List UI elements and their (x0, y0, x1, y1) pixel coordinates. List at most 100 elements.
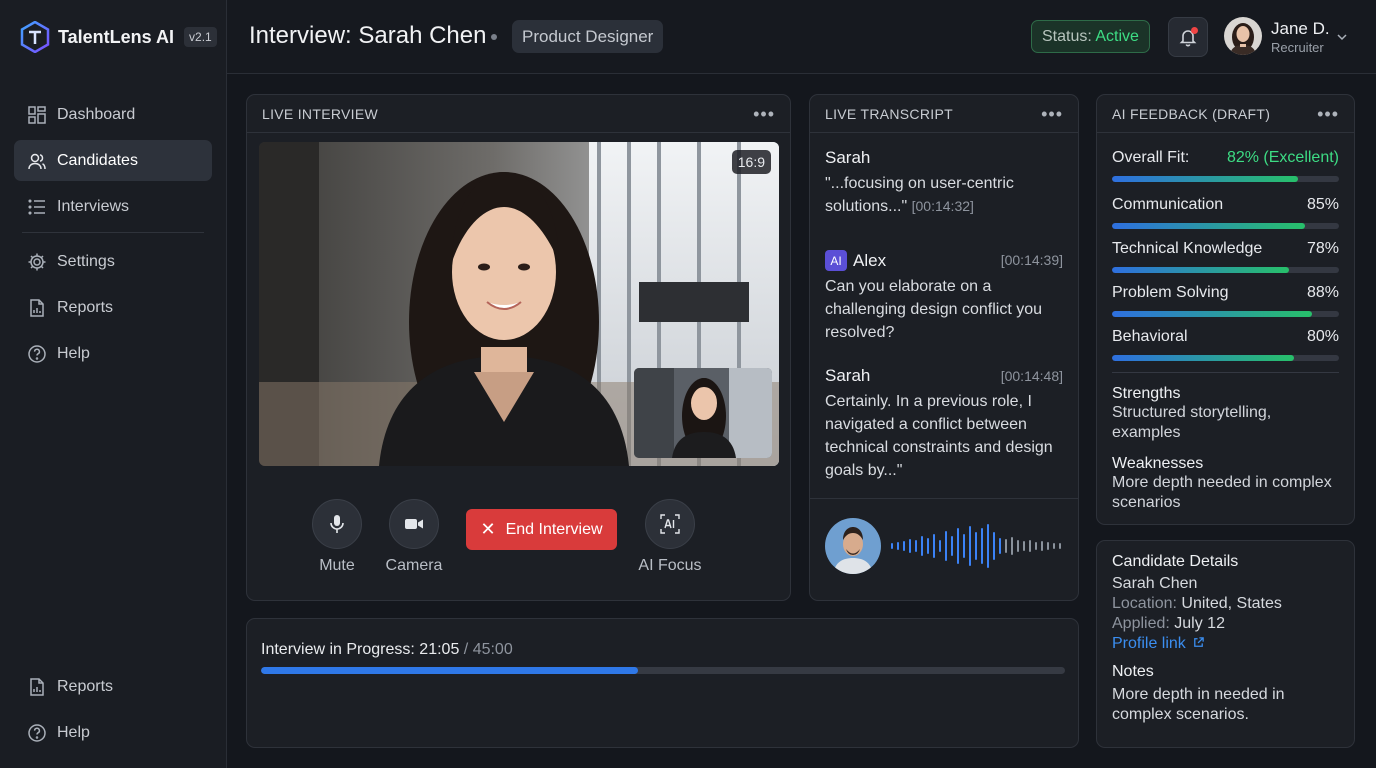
camera-label: Camera (385, 557, 443, 574)
divider (1112, 372, 1339, 373)
end-interview-button[interactable]: ✕ End Interview (466, 509, 617, 550)
sidebar-item-candidates[interactable]: Candidates (14, 140, 212, 181)
applied-label: Applied: (1112, 615, 1170, 632)
page-title: Interview: Sarah Chen (249, 22, 487, 49)
metric-row: Technical Knowledge 78% (1112, 240, 1339, 273)
metric-row: Problem Solving 88% (1112, 284, 1339, 317)
candidate-location: Location: United, States (1112, 595, 1282, 613)
sidebar-item-label: Interviews (57, 197, 130, 215)
camera-button[interactable] (389, 499, 439, 549)
speaker-name: Alex (853, 250, 887, 270)
sidebar-item-settings[interactable]: Settings (14, 241, 212, 282)
metric-label: Communication (1112, 196, 1224, 213)
user-name[interactable]: Jane D. (1271, 19, 1330, 39)
notes-text: More depth in needed in complex scenario… (1112, 686, 1285, 723)
users-icon (27, 151, 47, 171)
location-value: United, States (1181, 595, 1282, 612)
status-label: Status: (1042, 28, 1092, 45)
speaking-indicator (810, 498, 1078, 601)
sidebar-item-reports[interactable]: Reports (14, 287, 212, 328)
metric-bar (1112, 355, 1339, 361)
sidebar-nav: Dashboard Candidates Interviews Settings… (14, 94, 212, 379)
ai-focus-button[interactable] (645, 499, 695, 549)
ai-badge: AI (825, 250, 847, 271)
transcript-text: "...focusing on user-centric solutions..… (825, 172, 1063, 218)
overall-fit-row: Overall Fit: 82% (Excellent) (1112, 149, 1339, 182)
sidebar-item-help[interactable]: Help (14, 333, 212, 374)
panel-header: LIVE TRANSCRIPT ••• (810, 95, 1078, 133)
panel-header: AI FEEDBACK (DRAFT) ••• (1097, 95, 1354, 133)
close-icon: ✕ (480, 519, 496, 539)
more-options-icon[interactable]: ••• (753, 105, 775, 123)
sidebar-bottom-help[interactable]: Help (14, 712, 212, 753)
candidate-name: Sarah Chen (1112, 575, 1198, 592)
title-separator-dot (491, 34, 497, 40)
sidebar-item-dashboard[interactable]: Dashboard (14, 94, 212, 135)
app-name: TalentLens AI (58, 26, 175, 47)
sidebar-item-label: Settings (57, 252, 115, 270)
sidebar-bottom-nav: Reports Help (14, 666, 212, 758)
notifications-button[interactable] (1168, 17, 1208, 57)
strengths-label: Strengths (1112, 385, 1181, 402)
transcript-message: Can you elaborate on a challenging desig… (825, 278, 1043, 341)
sidebar-bottom-reports[interactable]: Reports (14, 666, 212, 707)
transcript-entry: Sarah "...focusing on user-centric solut… (825, 148, 1063, 218)
weaknesses-text: More depth needed in complex scenarios (1112, 474, 1332, 511)
interview-progress-panel: Interview in Progress: 21:05 / 45:00 (246, 618, 1079, 748)
report-icon (27, 298, 47, 318)
weaknesses-label: Weaknesses (1112, 455, 1204, 472)
candidate-details-title: Candidate Details (1112, 553, 1239, 570)
candidate-applied: Applied: July 12 (1112, 615, 1225, 633)
panel-header: LIVE INTERVIEW ••• (247, 95, 790, 133)
metric-label: Problem Solving (1112, 284, 1229, 301)
ai-feedback-panel: AI FEEDBACK (DRAFT) ••• Overall Fit: 82%… (1096, 94, 1355, 525)
metric-bar (1112, 223, 1339, 229)
panel-title: LIVE TRANSCRIPT (825, 105, 953, 122)
metric-fill (1112, 223, 1305, 229)
metric-label: Behavioral (1112, 328, 1188, 345)
metric-bar (1112, 267, 1339, 273)
metric-fill (1112, 355, 1294, 361)
metric-row: Communication 85% (1112, 196, 1339, 229)
mute-button[interactable] (312, 499, 362, 549)
aspect-ratio-badge[interactable]: 16:9 (731, 150, 771, 174)
brand[interactable]: TalentLens AI v2.1 (20, 20, 217, 54)
weaknesses-section: Weaknesses More depth needed in complex … (1112, 455, 1339, 513)
sidebar-item-label: Candidates (57, 151, 138, 169)
list-icon (27, 197, 47, 217)
sidebar-item-label: Help (57, 344, 90, 362)
chevron-down-icon[interactable] (1335, 30, 1349, 44)
panel-title: AI FEEDBACK (DRAFT) (1112, 105, 1271, 122)
self-view-video[interactable] (634, 368, 772, 458)
profile-link-label: Profile link (1112, 635, 1186, 652)
more-options-icon[interactable]: ••• (1317, 105, 1339, 123)
panel-title: LIVE INTERVIEW (262, 105, 378, 122)
top-header: Interview: Sarah Chen Product Designer S… (227, 0, 1376, 74)
transcript-entry: AI Alex [00:14:39] Can you elaborate on … (825, 250, 1063, 344)
report-icon (27, 677, 47, 697)
metric-fill (1112, 267, 1290, 273)
help-icon (27, 723, 47, 743)
version-badge: v2.1 (184, 27, 217, 47)
timestamp: [00:14:48] (1000, 368, 1063, 384)
camera-control[interactable]: Camera (379, 499, 449, 575)
sidebar-item-interviews[interactable]: Interviews (14, 186, 212, 227)
location-label: Location: (1112, 595, 1177, 612)
timestamp: [00:14:39] (1000, 252, 1063, 268)
microphone-icon (330, 515, 344, 533)
speaker-name: Sarah (825, 148, 871, 167)
sidebar-item-label: Dashboard (57, 105, 136, 123)
profile-link[interactable]: Profile link (1112, 635, 1205, 653)
sidebar-item-label: Reports (57, 298, 114, 316)
more-options-icon[interactable]: ••• (1041, 105, 1063, 123)
ai-focus-control[interactable]: AI Focus (632, 499, 708, 575)
avatar[interactable] (1224, 17, 1262, 55)
candidate-details-panel: Candidate Details Sarah Chen Location: U… (1096, 540, 1355, 748)
mute-control[interactable]: Mute (311, 499, 363, 575)
notification-dot (1191, 27, 1198, 34)
main-video-feed[interactable]: 16:9 (259, 142, 779, 466)
status-value: Active (1095, 28, 1139, 45)
notes-label: Notes (1112, 663, 1154, 680)
progress-label: Interview in Progress: 21:05 / 45:00 (261, 641, 513, 659)
external-link-icon (1194, 637, 1205, 647)
